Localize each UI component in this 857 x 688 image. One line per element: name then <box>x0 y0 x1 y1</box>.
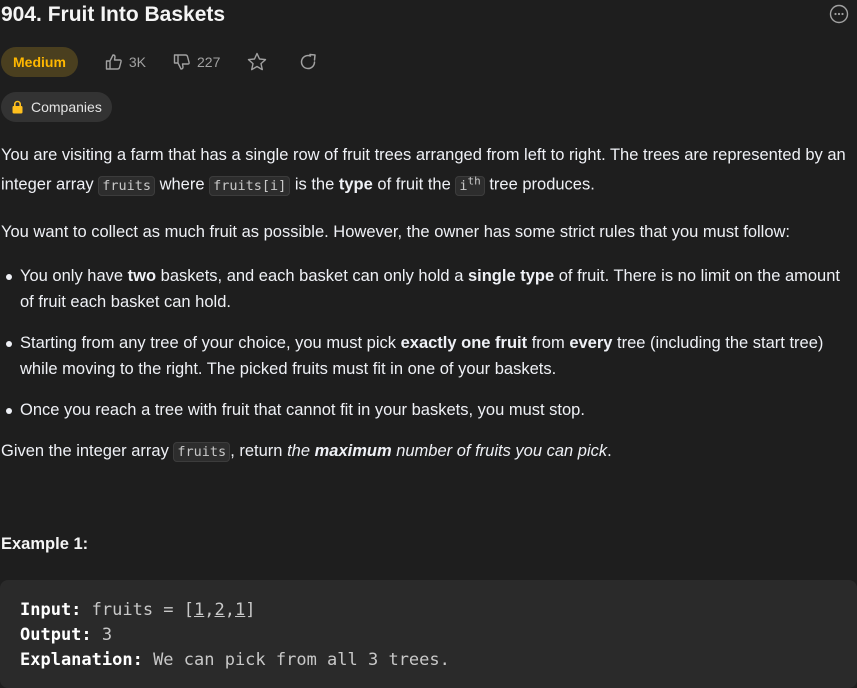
thumbs-up-icon <box>105 54 122 70</box>
inline-code: fruits <box>98 175 155 196</box>
problem-content: You are visiting a farm that has a singl… <box>1 142 856 465</box>
problem-meta-row: Medium 3K 227 <box>1 47 348 77</box>
example-code-block: Input: fruits = [1,2,1] Output: 3 Explan… <box>0 580 857 688</box>
example-input-line: Input: fruits = [1,2,1] <box>20 600 256 620</box>
inline-code: ith <box>455 174 485 196</box>
favorite-button[interactable] <box>246 51 268 73</box>
rules-list: You only have two baskets, and each bask… <box>1 263 856 423</box>
description-paragraph-2: You want to collect as much fruit as pos… <box>1 222 791 241</box>
lock-icon <box>12 100 23 114</box>
inline-code: fruits <box>173 441 231 462</box>
problem-description-panel: 904. Fruit Into Baskets Medium 3K 227 Co… <box>0 0 857 688</box>
like-count: 3K <box>128 54 147 70</box>
companies-tag[interactable]: Companies <box>1 92 112 122</box>
like-button[interactable]: 3K <box>104 52 146 72</box>
example-explanation-line: Explanation: We can pick from all 3 tree… <box>20 650 450 670</box>
problem-title[interactable]: 904. Fruit Into Baskets <box>1 3 225 27</box>
star-icon <box>248 52 267 71</box>
example-title: Example 1: <box>1 535 89 553</box>
description-paragraph-3: Given the integer array fruits, return t… <box>1 441 612 462</box>
dislike-count: 227 <box>197 54 221 70</box>
companies-label: Companies <box>31 99 102 115</box>
share-refresh-icon <box>301 53 317 70</box>
list-item: Starting from any tree of your choice, y… <box>6 330 856 382</box>
difficulty-badge: Medium <box>1 47 78 77</box>
description-paragraph-1: You are visiting a farm that has a singl… <box>1 146 846 196</box>
dislike-button[interactable]: 227 <box>172 52 220 72</box>
list-item: You only have two baskets, and each bask… <box>6 263 856 315</box>
example-output-line: Output: 3 <box>20 625 113 645</box>
more-options-icon[interactable] <box>829 4 849 24</box>
share-button[interactable] <box>298 52 318 72</box>
list-item: Once you reach a tree with fruit that ca… <box>6 397 856 423</box>
thumbs-down-icon <box>173 54 190 70</box>
inline-code: fruits[i] <box>209 175 291 196</box>
